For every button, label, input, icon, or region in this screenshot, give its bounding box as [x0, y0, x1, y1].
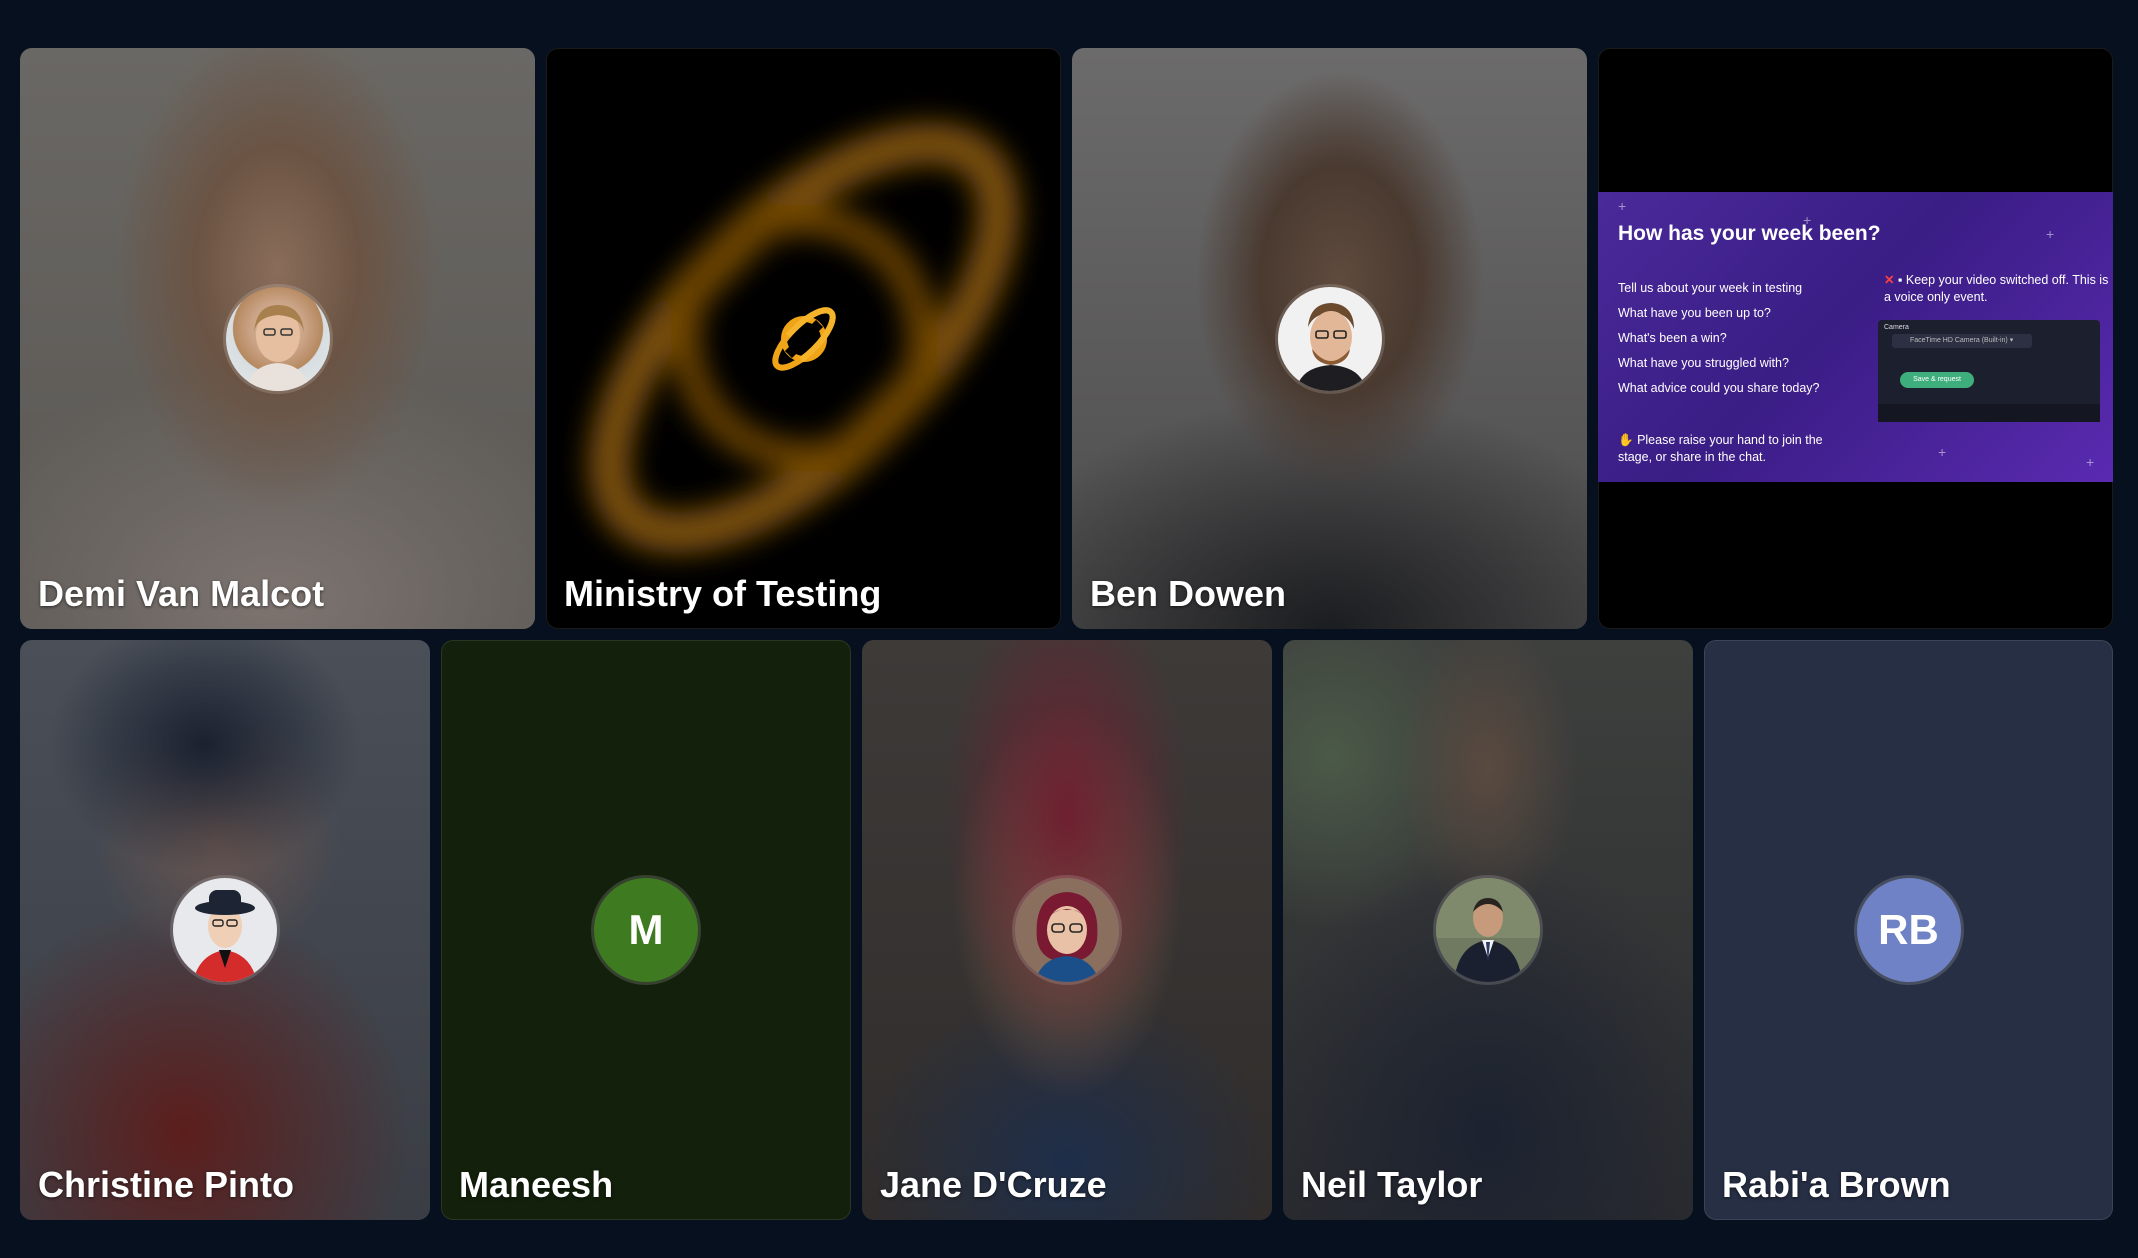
slide-question: What have you struggled with? [1618, 356, 1789, 370]
raise-hand-text: Please raise your hand to join the stage… [1618, 433, 1823, 464]
video-tile-demi[interactable]: Demi Van Malcot [20, 48, 535, 629]
save-request-button: Save & request [1900, 372, 1974, 388]
avatar-initials: M [594, 878, 698, 982]
camera-settings-preview: Camera FaceTime HD Camera (Built-in) ▾ S… [1878, 320, 2100, 422]
avatar-ben [1277, 286, 1382, 391]
participant-name: Christine Pinto [38, 1164, 295, 1205]
sparkle-icon: + [1938, 444, 1947, 460]
face-photo-icon [1295, 302, 1366, 391]
screen-share-slide: + + + + + How has your week been? Tell u… [1598, 192, 2113, 482]
screen-share-tile[interactable]: + + + + + How has your week been? Tell u… [1598, 48, 2113, 629]
avatar-jane [1015, 878, 1119, 982]
video-tile-christine[interactable]: Christine Pinto [20, 640, 430, 1220]
video-tile-rabia[interactable]: RB Rabi'a Brown [1704, 640, 2113, 1220]
participant-name: Rabi'a Brown [1722, 1164, 1951, 1205]
face-photo-icon [245, 304, 310, 391]
avatar-christine [173, 878, 277, 982]
camera-label: Camera [1884, 324, 1909, 331]
raised-hand-icon: ✋ [1618, 433, 1634, 447]
slide-question: What have you been up to? [1618, 306, 1771, 320]
video-tile-neil[interactable]: Neil Taylor [1283, 640, 1693, 1220]
participant-name: Ministry of Testing [564, 573, 882, 614]
video-tile-ministry-of-testing[interactable]: Ministry of Testing [546, 48, 1061, 629]
video-off-text: Keep your video switched off. This is a … [1884, 273, 2109, 304]
planet-logo-icon [751, 286, 856, 391]
preview-toolbar [1878, 404, 2100, 422]
avatar-neil [1436, 878, 1540, 982]
participant-name: Ben Dowen [1090, 573, 1287, 614]
sparkle-icon: + [2086, 454, 2095, 470]
video-tile-ben[interactable]: Ben Dowen [1072, 48, 1587, 629]
raise-hand-note: ✋ Please raise your hand to join the sta… [1618, 432, 1848, 466]
face-photo-icon [193, 890, 257, 982]
face-photo-icon [1035, 892, 1099, 982]
face-photo-icon [1436, 878, 1540, 982]
slide-question: What's been a win? [1618, 331, 1727, 345]
red-cross-icon: ✕ [1884, 273, 1895, 287]
slide-question: Tell us about your week in testing [1618, 281, 1803, 295]
sparkle-icon: + [1618, 198, 1627, 214]
avatar-demi [225, 286, 330, 391]
slide-question: What advice could you share today? [1618, 381, 1820, 395]
video-tile-jane[interactable]: Jane D'Cruze [862, 640, 1272, 1220]
participant-name: Maneesh [459, 1164, 614, 1205]
participant-name: Jane D'Cruze [880, 1164, 1107, 1205]
camera-select: FaceTime HD Camera (Built-in) ▾ [1892, 334, 2032, 348]
sparkle-icon: + [2046, 226, 2055, 242]
video-tile-maneesh[interactable]: M Maneesh [441, 640, 851, 1220]
avatar-initials: RB [1856, 878, 1961, 982]
camera-icon: ▪ [1897, 273, 1903, 287]
participant-name: Neil Taylor [1301, 1164, 1483, 1205]
slide-title: How has your week been? [1618, 222, 1881, 245]
video-off-note: ✕ ▪ Keep your video switched off. This i… [1884, 272, 2113, 306]
slide-question-list: Tell us about your week in testing What … [1618, 276, 1820, 401]
participant-name: Demi Van Malcot [38, 573, 325, 614]
